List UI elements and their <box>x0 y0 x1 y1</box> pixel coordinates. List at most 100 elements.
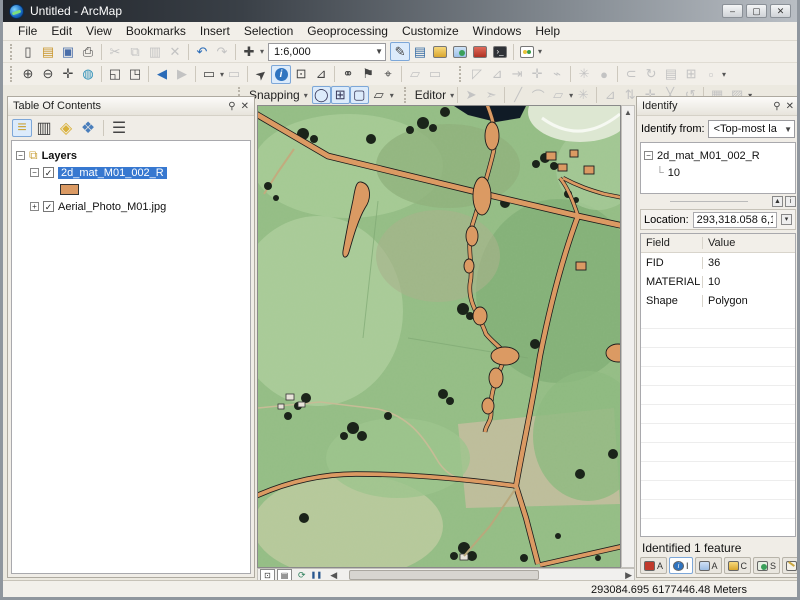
toolbar-grip[interactable] <box>10 44 15 60</box>
snap-point-icon[interactable]: ◯ <box>312 86 331 104</box>
python-window-icon[interactable]: ›_ <box>490 42 510 61</box>
edit-tool-icon[interactable]: ▱ <box>548 86 568 105</box>
identify-from-dropdown-icon[interactable]: ▼ <box>780 125 792 134</box>
layer-name[interactable]: Aerial_Photo_M01.jpg <box>58 201 166 213</box>
map-scale-combo[interactable]: 1:6,000 ▼ <box>268 43 386 61</box>
paste-icon[interactable]: ▥ <box>145 42 165 61</box>
find-route-icon[interactable]: ⚑ <box>358 65 378 84</box>
scale-dropdown-icon[interactable]: ▼ <box>371 47 383 56</box>
menu-edit[interactable]: Edit <box>44 23 79 39</box>
viewer-window-icon[interactable]: ▱ <box>405 65 425 84</box>
identify-header[interactable]: Identify ⚲ ✕ <box>637 97 799 116</box>
map-data-view[interactable] <box>257 105 621 568</box>
expand-panel-icon[interactable]: ▲ <box>772 196 783 207</box>
close-icon[interactable]: ✕ <box>241 101 249 112</box>
vertex-tool-icon[interactable]: ▤ <box>661 65 681 84</box>
catalog-icon[interactable] <box>430 42 450 61</box>
viewer-window2-icon[interactable]: ▭ <box>425 65 445 84</box>
splitter-handle[interactable] <box>670 201 748 203</box>
editor-caret-icon[interactable]: ▾ <box>450 91 454 100</box>
layer-node-aerial-photo[interactable]: + ✓ Aerial_Photo_M01.jpg <box>16 198 246 215</box>
list-by-selection-icon[interactable]: ❖ <box>78 119 98 137</box>
menu-view[interactable]: View <box>79 23 119 39</box>
list-by-source-icon[interactable]: ▥ <box>34 119 54 137</box>
scrollbar-thumb[interactable] <box>349 570 539 580</box>
editor-menu[interactable]: Editor <box>412 88 449 102</box>
refresh-view-icon[interactable]: ⟳ <box>298 570 306 581</box>
identify-info-icon[interactable]: i <box>785 196 796 207</box>
expander-open-icon[interactable]: − <box>644 151 653 160</box>
snap-end-icon[interactable]: ⊞ <box>331 86 350 104</box>
layer-symbology-row[interactable] <box>16 181 246 198</box>
toolbar-overflow-icon[interactable]: ▾ <box>390 91 394 100</box>
tab-identify[interactable]: iI <box>669 557 693 574</box>
vertex-tool-icon[interactable]: ↻ <box>641 65 661 84</box>
toolbar-grip[interactable] <box>459 66 464 82</box>
full-extent-icon[interactable]: ◍ <box>78 65 98 84</box>
undo-icon[interactable]: ↶ <box>192 42 212 61</box>
print-icon[interactable]: ⎙ <box>78 42 98 61</box>
vertex-tool-icon[interactable]: ✳ <box>574 65 594 84</box>
snap-vertex-icon[interactable]: ▢ <box>350 86 369 104</box>
measure-icon[interactable]: ⊿ <box>311 65 331 84</box>
copy-icon[interactable]: ⧉ <box>125 42 145 61</box>
cut-icon[interactable]: ✂ <box>105 42 125 61</box>
edit-tool-icon[interactable]: ⌒ <box>528 86 548 105</box>
identify-splitter[interactable]: ▲ i <box>637 194 799 209</box>
editor-toolbar-icon[interactable]: ✎ <box>390 42 410 61</box>
identify-tree-feature-node[interactable]: └ 10 <box>644 164 792 181</box>
vertex-tool-icon[interactable]: ● <box>594 65 614 84</box>
close-button[interactable]: ✕ <box>770 4 791 18</box>
field-column-header[interactable]: Field <box>641 237 703 249</box>
edit-tool-icon[interactable]: ╱ <box>508 86 528 105</box>
menu-geoprocessing[interactable]: Geoprocessing <box>300 23 395 39</box>
menu-windows[interactable]: Windows <box>466 23 529 39</box>
layer-node-2d-mat[interactable]: − ✓ 2d_mat_M01_002_R <box>16 164 246 181</box>
forward-extent-icon[interactable]: ▶ <box>172 65 192 84</box>
table-header-row[interactable]: Field Value <box>641 234 795 253</box>
expander-open-icon[interactable]: − <box>16 151 25 160</box>
list-by-visibility-icon[interactable]: ◈ <box>56 119 76 137</box>
menu-file[interactable]: File <box>11 23 44 39</box>
value-column-header[interactable]: Value <box>703 237 795 249</box>
add-data-caret-icon[interactable]: ▾ <box>260 47 264 56</box>
modelbuilder-icon[interactable] <box>517 42 537 61</box>
toc-window-icon[interactable]: ▤ <box>410 42 430 61</box>
pin-icon[interactable]: ⚲ <box>228 101 235 112</box>
identify-from-combo[interactable]: <Top-most la ▼ <box>708 120 795 138</box>
menu-selection[interactable]: Selection <box>237 23 300 39</box>
fixed-zoom-in-icon[interactable]: ◱ <box>105 65 125 84</box>
select-elements-icon[interactable]: ➤ <box>247 60 275 87</box>
location-value-field[interactable]: 293,318.058 6,177,88 <box>693 212 777 228</box>
menu-insert[interactable]: Insert <box>193 23 237 39</box>
snapping-caret-icon[interactable]: ▾ <box>304 91 308 100</box>
add-data-icon[interactable]: ✚ <box>239 42 259 61</box>
toolbar-overflow-icon[interactable]: ▾ <box>722 70 726 79</box>
expander-open-icon[interactable]: − <box>30 168 39 177</box>
list-by-drawing-order-icon[interactable]: ≡ <box>12 119 32 137</box>
layer-checkbox-checked[interactable]: ✓ <box>43 167 54 178</box>
maximize-button[interactable]: ▢ <box>746 4 767 18</box>
vertex-tool-icon[interactable]: ✛ <box>527 65 547 84</box>
scroll-left-icon[interactable]: ◀ <box>330 570 337 581</box>
toolbar-grip[interactable] <box>404 87 409 103</box>
pin-icon[interactable]: ⚲ <box>773 101 780 112</box>
search-window-icon[interactable] <box>450 42 470 61</box>
layers-node[interactable]: − ⧉ Layers <box>16 147 246 164</box>
vertex-tool-icon[interactable]: ▫ <box>701 65 721 84</box>
vertex-tool-icon[interactable]: ⌁ <box>547 65 567 84</box>
scroll-up-icon[interactable]: ▲ <box>624 108 632 117</box>
vertex-tool-icon[interactable]: ⊂ <box>621 65 641 84</box>
find-icon[interactable]: ⚭ <box>338 65 358 84</box>
aerial-photo-canvas[interactable] <box>258 106 621 568</box>
tab-table[interactable]: A <box>695 557 722 574</box>
table-row[interactable]: Shape Polygon <box>641 291 795 310</box>
toc-options-icon[interactable]: ☰ <box>109 119 129 137</box>
location-options-icon[interactable]: ▾ <box>781 214 792 225</box>
table-row[interactable]: MATERIAL 10 <box>641 272 795 291</box>
map-vertical-scrollbar[interactable]: ▲ <box>621 105 635 568</box>
vertex-tool-icon[interactable]: ⊞ <box>681 65 701 84</box>
layer-name-selected[interactable]: 2d_mat_M01_002_R <box>58 167 167 179</box>
toolbar-overflow-icon[interactable]: ▾ <box>538 47 542 56</box>
tab-search[interactable]: S <box>753 557 780 574</box>
